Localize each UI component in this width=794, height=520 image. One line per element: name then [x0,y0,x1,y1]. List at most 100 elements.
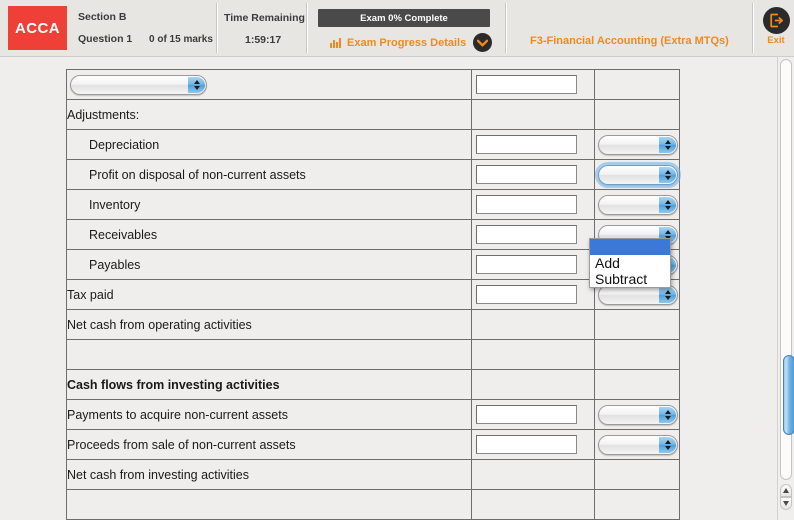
chevron-down-icon[interactable] [473,33,493,52]
exit-button[interactable]: Exit [759,7,793,46]
sign-select[interactable] [595,161,681,188]
row-label-cell: Net cash from investing activities [66,459,472,490]
row-label-cell: Payables [66,249,472,280]
row-sign-cell [594,99,680,130]
row-sign-cell [594,189,680,220]
exam-progress-bar-label: Exam 0% Complete [360,12,448,24]
table-row: Net cash from investing activities [66,459,680,490]
table-row [66,69,680,100]
row-label: Net cash from operating activities [67,317,252,332]
row-amount-cell [471,339,595,370]
sign-select[interactable] [598,194,678,215]
statement-heading-select-arrows-icon [188,76,205,93]
amount-input[interactable] [476,165,577,184]
table-row: Depreciation [66,129,680,160]
sign-select-arrows-icon [659,136,676,153]
table-row: Proceeds from sale of non-current assets [66,429,680,460]
row-amount-cell [471,189,595,220]
scroll-up-arrow-button[interactable] [780,484,792,497]
section-label: Section B [78,11,127,23]
exit-label: Exit [767,35,785,46]
row-sign-cell [594,129,680,160]
scroll-up-arrow-icon [783,488,789,493]
question-label: Question 1 [78,33,133,45]
row-label-cell: Inventory [66,189,472,220]
sign-select[interactable] [598,404,678,425]
row-label-cell: Payments to acquire non-current assets [66,399,472,430]
row-label-cell: Net cash from operating activities [66,309,472,340]
page-scrollbar[interactable] [777,57,794,520]
exam-progress-details-button[interactable]: Exam Progress Details [330,33,493,52]
row-sign-cell [594,369,680,400]
table-row: Net cash from operating activities [66,309,680,340]
row-label: Adjustments: [67,107,140,122]
acca-logo-text: ACCA [15,19,60,37]
header-divider-1 [216,3,218,53]
row-amount-cell [471,459,595,490]
row-amount-cell [471,249,595,280]
scroll-down-arrow-button[interactable] [780,497,792,510]
row-sign-cell [594,459,680,490]
row-label-cell: Profit on disposal of non-current assets [66,159,472,190]
scrollbar-thumb[interactable] [783,355,794,435]
acca-logo: ACCA [8,6,67,50]
question-content-area: Adjustments: Depreciation Profit on dispos… [0,57,794,520]
amount-input[interactable] [476,255,577,274]
amount-input[interactable] [476,225,577,244]
sign-select-arrows-icon [659,196,676,213]
amount-input[interactable] [476,195,577,214]
row-sign-cell [594,399,680,430]
row-sign-cell [594,429,680,460]
sign-select[interactable] [598,434,678,455]
statement-heading-select[interactable] [70,74,207,95]
amount-input[interactable] [476,405,577,424]
sign-select-arrows-icon [659,406,676,423]
sign-select[interactable] [598,134,678,155]
row-label-cell [66,339,472,370]
row-amount-cell [471,159,595,190]
row-label-cell [66,489,472,520]
row-amount-cell [471,429,595,460]
amount-input[interactable] [476,75,577,94]
marks-label: 0 of 15 marks [149,34,213,45]
dropdown-option[interactable] [590,239,670,255]
time-remaining-value: 1:59:17 [245,34,282,46]
header-divider-4 [752,3,754,53]
sign-select-arrows-icon [659,286,676,303]
row-sign-cell [594,69,680,100]
row-sign-cell [594,159,681,190]
amount-input[interactable] [476,435,577,454]
row-label-cell: Tax paid [66,279,472,310]
amount-input[interactable] [476,285,577,304]
row-label: Payments to acquire non-current assets [67,407,288,422]
row-amount-cell [471,129,595,160]
row-label-cell [66,69,472,100]
sign-dropdown-popup[interactable]: Add Subtract [589,238,671,288]
row-label-cell: Adjustments: [66,99,472,130]
table-row [66,339,680,370]
dropdown-option[interactable]: Add [590,255,670,271]
row-label: Proceeds from sale of non-current assets [67,437,296,452]
scrollbar-track[interactable] [780,59,794,480]
amount-input[interactable] [476,135,577,154]
exam-progress-details-label: Exam Progress Details [347,36,467,49]
row-amount-cell [471,309,595,340]
row-amount-cell [471,279,595,310]
exam-title: F3-Financial Accounting (Extra MTQs) [530,35,729,47]
row-label: Net cash from investing activities [67,467,250,482]
row-amount-cell [471,99,595,130]
row-sign-cell [594,339,680,370]
row-amount-cell [471,219,595,250]
table-row: Cash flows from investing activities [66,369,680,400]
cashflow-statement-table: Adjustments: Depreciation Profit on dispos… [66,69,681,520]
row-amount-cell [471,399,595,430]
exam-header-bar: ACCA Section B Question 1 0 of 15 marks … [0,0,794,57]
header-divider-3 [505,3,507,53]
bar-chart-icon [330,38,341,48]
dropdown-option[interactable]: Subtract [590,271,670,287]
table-row: Payables [66,249,680,280]
row-label: Receivables [89,227,158,242]
row-label-cell: Cash flows from investing activities [66,369,472,400]
exit-icon [762,7,790,34]
row-sign-cell [594,489,680,520]
